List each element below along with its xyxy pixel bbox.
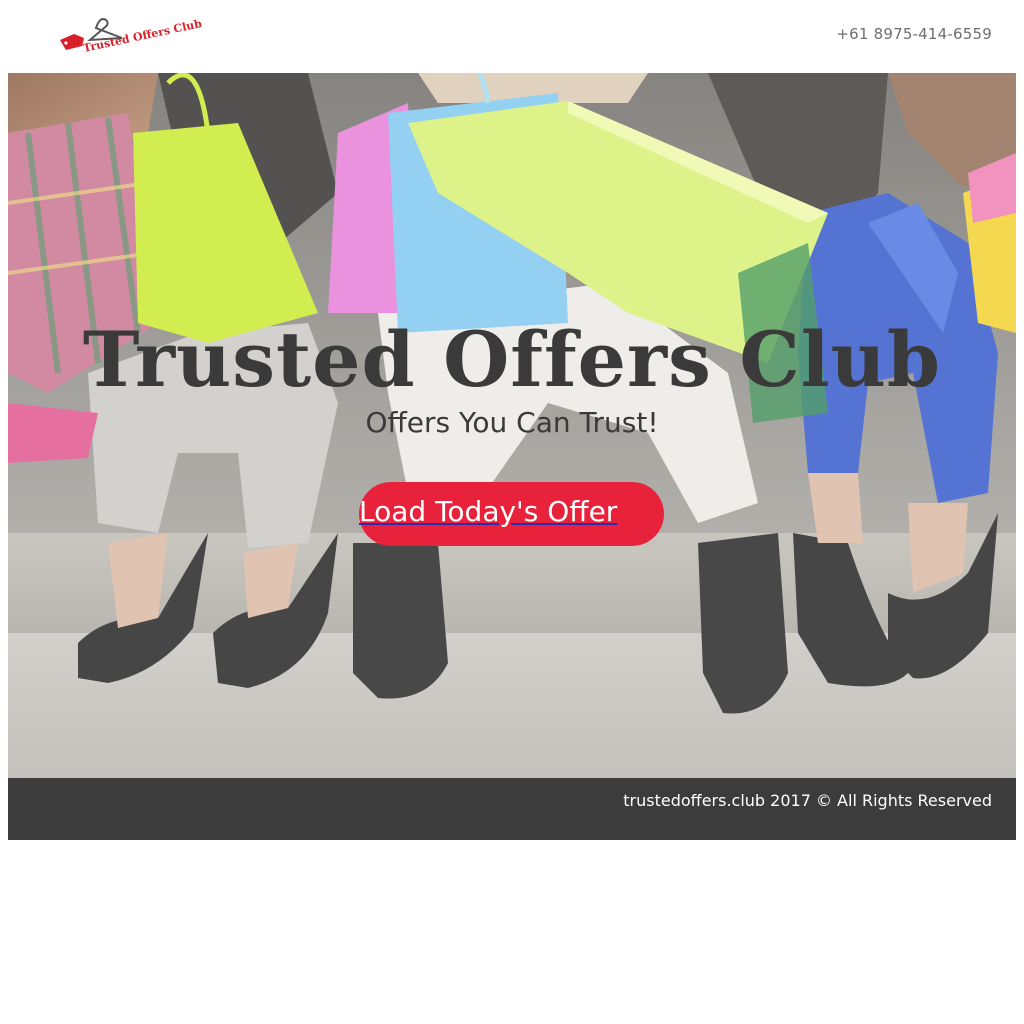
site-logo[interactable]: Trusted Offers Club bbox=[56, 8, 206, 58]
hero-subtitle: Offers You Can Trust! bbox=[365, 406, 659, 439]
hanger-tag-logo-icon: Trusted Offers Club bbox=[60, 17, 203, 55]
load-offer-button[interactable]: Load Today's Offer bbox=[359, 482, 664, 546]
site-header: Trusted Offers Club +61 8975-414-6559 bbox=[0, 0, 1024, 73]
hero-banner: Trusted Offers Club Offers You Can Trust… bbox=[8, 73, 1016, 778]
site-footer: trustedoffers.club 2017 © All Rights Res… bbox=[8, 778, 1016, 840]
copyright-text: trustedoffers.club 2017 © All Rights Res… bbox=[623, 791, 992, 810]
hero-title: Trusted Offers Club bbox=[82, 315, 942, 404]
logo-wordmark: Trusted Offers Club bbox=[82, 17, 203, 55]
phone-number-link[interactable]: +61 8975-414-6559 bbox=[836, 25, 992, 43]
load-offer-button-label: Load Today's Offer bbox=[359, 495, 618, 528]
